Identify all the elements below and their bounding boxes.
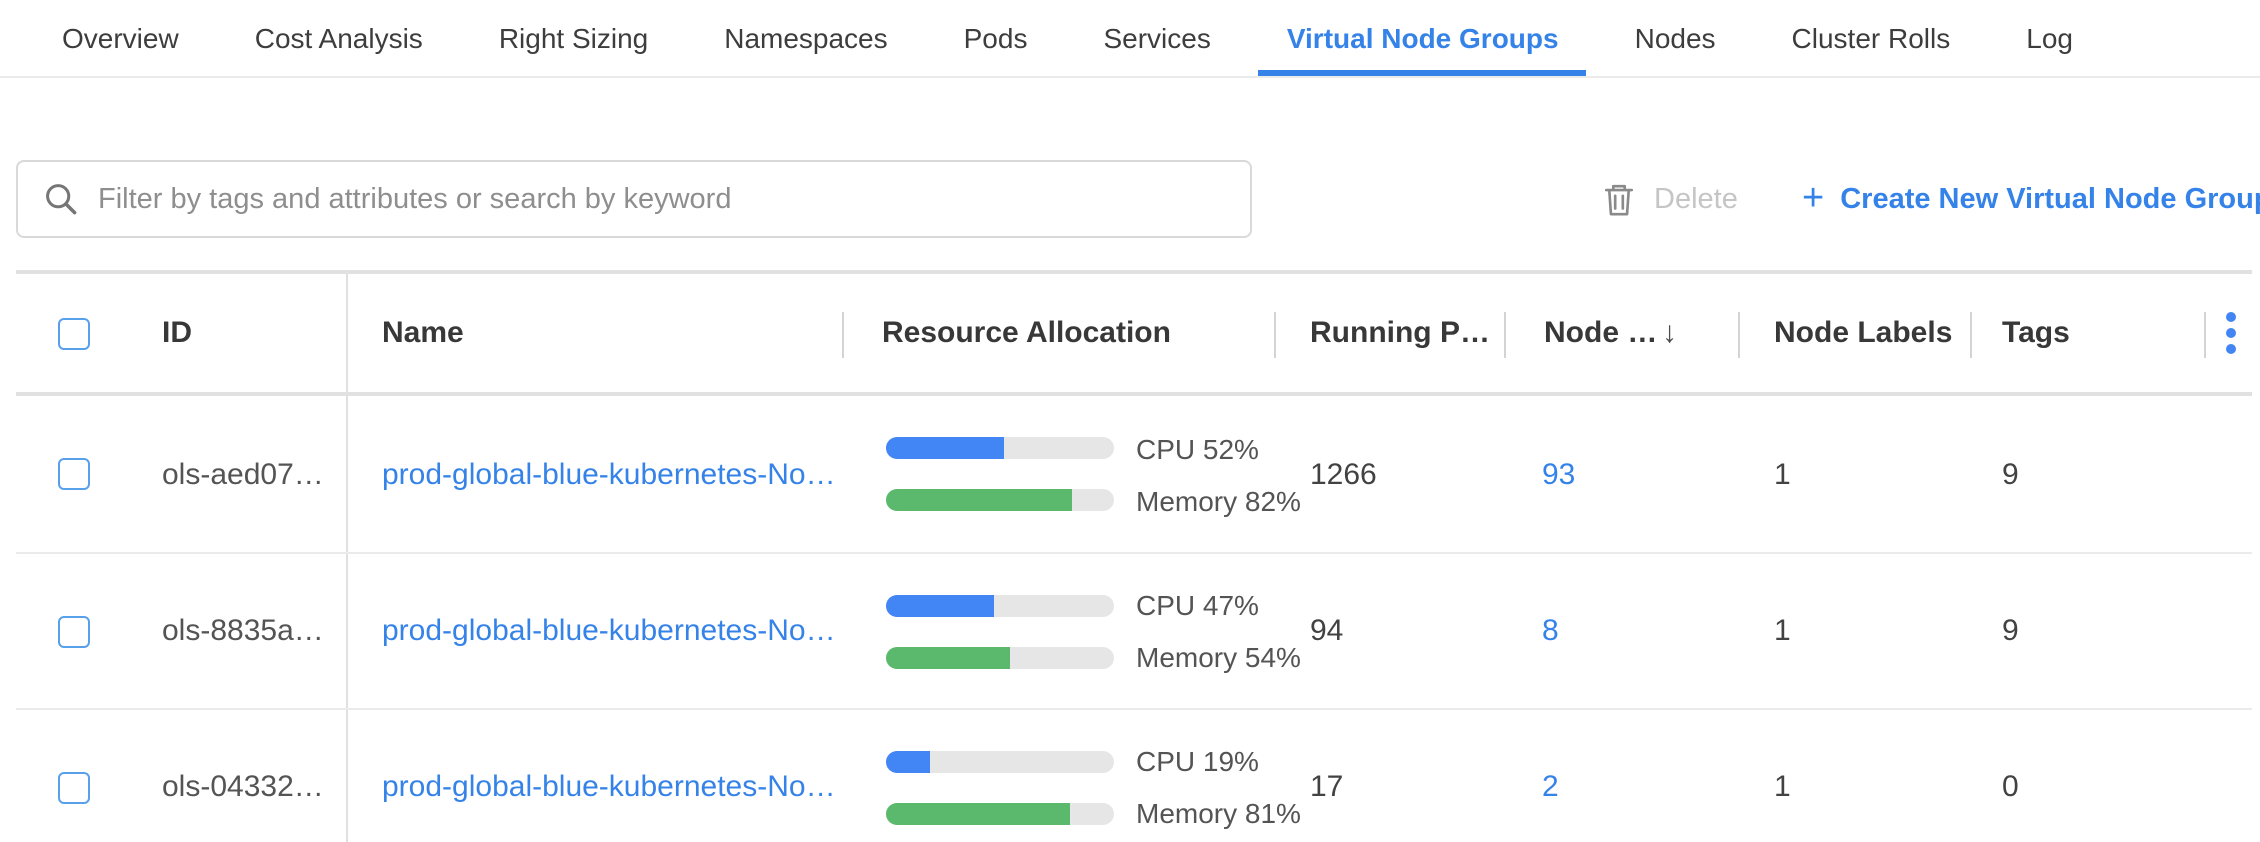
header-nodes[interactable]: Node … — [1544, 274, 1657, 392]
column-options-kebab-icon[interactable] — [2226, 274, 2236, 392]
running-pods-value: 94 — [1310, 554, 1343, 708]
cpu-bar — [886, 750, 1114, 772]
tags-value: 0 — [2002, 710, 2019, 842]
virtual-node-groups-table: ID Name Resource Allocation Running P… N… — [16, 270, 2252, 842]
tab-log[interactable]: Log — [1998, 0, 2101, 76]
row-checkbox[interactable] — [58, 458, 90, 490]
header-divider — [1738, 312, 1740, 358]
tab-services[interactable]: Services — [1075, 0, 1238, 76]
resource-allocation: CPU 52% Memory 82% — [886, 433, 1301, 515]
cpu-label: CPU 47% — [1136, 589, 1259, 621]
node-labels-value: 1 — [1774, 554, 1791, 708]
row-name-link[interactable]: prod-global-blue-kubernetes-No… — [382, 396, 836, 552]
tab-right-sizing[interactable]: Right Sizing — [471, 0, 676, 76]
delete-button[interactable]: Delete — [1602, 160, 1738, 238]
header-running-pods[interactable]: Running P… — [1310, 274, 1490, 392]
tab-namespaces[interactable]: Namespaces — [696, 0, 915, 76]
running-pods-value: 17 — [1310, 710, 1343, 842]
row-id: ols-8835a… — [162, 554, 324, 708]
delete-button-label: Delete — [1654, 183, 1738, 215]
memory-label: Memory 81% — [1136, 797, 1301, 829]
trash-icon — [1602, 181, 1636, 217]
cpu-bar — [886, 437, 1114, 459]
memory-bar — [886, 646, 1114, 668]
cpu-bar — [886, 594, 1114, 616]
row-name-link[interactable]: prod-global-blue-kubernetes-No… — [382, 710, 836, 842]
tags-value: 9 — [2002, 554, 2019, 708]
header-divider — [1970, 312, 1972, 358]
nodes-count-link[interactable]: 93 — [1542, 396, 1575, 552]
filter-search-input[interactable] — [78, 162, 1250, 236]
header-id[interactable]: ID — [162, 274, 192, 392]
tab-virtual-node-groups[interactable]: Virtual Node Groups — [1259, 0, 1587, 76]
create-button-label: Create New Virtual Node Group — [1840, 183, 2260, 215]
header-tags[interactable]: Tags — [2002, 274, 2070, 392]
tab-overview[interactable]: Overview — [34, 0, 207, 76]
running-pods-value: 1266 — [1310, 396, 1377, 552]
row-checkbox[interactable] — [58, 615, 90, 647]
sort-descending-icon[interactable]: ↓ — [1662, 274, 1677, 392]
tab-pods[interactable]: Pods — [936, 0, 1056, 76]
memory-label: Memory 54% — [1136, 641, 1301, 673]
table-row: ols-04332… prod-global-blue-kubernetes-N… — [16, 708, 2252, 842]
cpu-label: CPU 52% — [1136, 432, 1259, 464]
header-node-labels[interactable]: Node Labels — [1774, 274, 1952, 392]
header-divider — [2204, 312, 2206, 358]
header-divider — [1274, 312, 1276, 358]
row-checkbox[interactable] — [58, 771, 90, 803]
virtual-node-groups-page: Overview Cost Analysis Right Sizing Name… — [0, 0, 2260, 842]
tab-cluster-rolls[interactable]: Cluster Rolls — [1764, 0, 1979, 76]
memory-bar — [886, 802, 1114, 824]
search-icon — [44, 182, 78, 216]
cpu-label: CPU 19% — [1136, 745, 1259, 777]
resource-allocation: CPU 19% Memory 81% — [886, 746, 1301, 828]
tab-nodes[interactable]: Nodes — [1607, 0, 1744, 76]
plus-icon: + — [1802, 180, 1824, 218]
header-divider — [1504, 312, 1506, 358]
table-row: ols-aed07… prod-global-blue-kubernetes-N… — [16, 396, 2252, 552]
memory-label: Memory 82% — [1136, 484, 1301, 516]
row-id: ols-aed07… — [162, 396, 324, 552]
nodes-count-link[interactable]: 8 — [1542, 554, 1559, 708]
row-name-link[interactable]: prod-global-blue-kubernetes-No… — [382, 554, 836, 708]
nodes-count-link[interactable]: 2 — [1542, 710, 1559, 842]
table-header-row: ID Name Resource Allocation Running P… N… — [16, 274, 2252, 396]
node-labels-value: 1 — [1774, 710, 1791, 842]
create-virtual-node-group-button[interactable]: + Create New Virtual Node Group — [1802, 160, 2260, 238]
top-nav: Overview Cost Analysis Right Sizing Name… — [0, 0, 2260, 78]
header-name[interactable]: Name — [382, 274, 464, 392]
resource-allocation: CPU 47% Memory 54% — [886, 590, 1301, 672]
memory-bar — [886, 489, 1114, 511]
table-row: ols-8835a… prod-global-blue-kubernetes-N… — [16, 552, 2252, 708]
filter-search-box — [16, 160, 1252, 238]
select-all-checkbox[interactable] — [58, 317, 90, 349]
tags-value: 9 — [2002, 396, 2019, 552]
row-id: ols-04332… — [162, 710, 324, 842]
header-divider — [842, 312, 844, 358]
node-labels-value: 1 — [1774, 396, 1791, 552]
header-resource-allocation[interactable]: Resource Allocation — [882, 274, 1171, 392]
tab-cost-analysis[interactable]: Cost Analysis — [227, 0, 451, 76]
